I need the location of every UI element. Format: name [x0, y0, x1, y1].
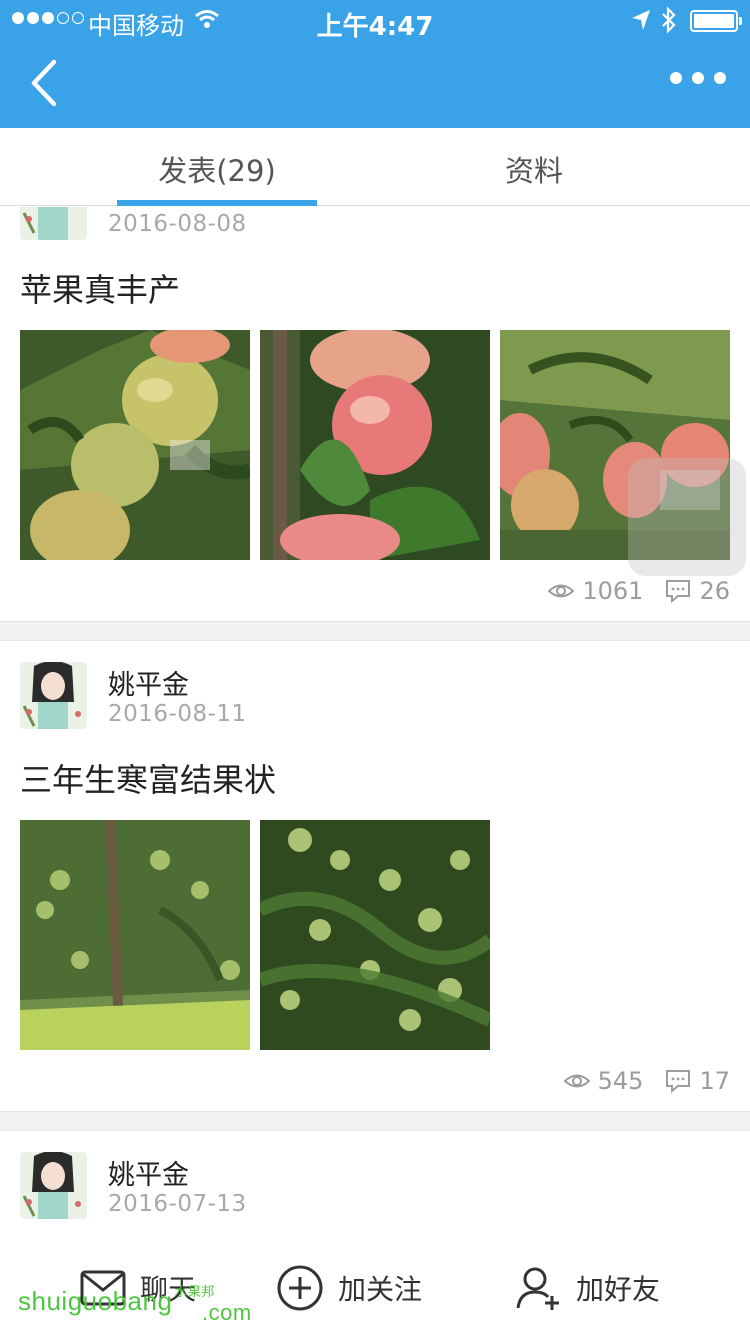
- comment-icon: [666, 1070, 691, 1094]
- eye-icon: [548, 584, 575, 598]
- post-date: 2016-08-08: [108, 211, 247, 237]
- avatar[interactable]: [20, 662, 87, 729]
- post-separator: [0, 621, 750, 641]
- add-user-icon: [516, 1267, 559, 1310]
- comment-icon: [666, 580, 691, 604]
- profile-tabs: 发表(29) 资料: [0, 128, 750, 206]
- bluetooth-icon: [662, 6, 676, 34]
- post-date: 2016-08-11: [108, 701, 247, 727]
- more-options-button[interactable]: [670, 72, 726, 84]
- avatar[interactable]: [20, 207, 87, 240]
- post-date: 2016-07-13: [108, 1191, 247, 1217]
- post-image[interactable]: [20, 330, 250, 560]
- post-separator: [0, 1111, 750, 1131]
- post-image[interactable]: [260, 820, 490, 1050]
- active-tab-indicator: [117, 200, 317, 206]
- location-arrow-icon: [632, 10, 650, 30]
- eye-icon: [563, 1074, 590, 1088]
- tab-profile-info[interactable]: 资料: [434, 148, 634, 190]
- post-feed[interactable]: 2016-08-08 苹果真丰产 1061 26 姚平金 2016-08-11 …: [0, 207, 750, 1237]
- follow-label: 加关注: [338, 1273, 423, 1306]
- post-image[interactable]: [20, 820, 250, 1050]
- status-bar: 中国移动 上午4:47: [0, 0, 750, 42]
- comment-count: 17: [699, 1067, 730, 1095]
- add-friend-button[interactable]: 加好友: [514, 1263, 660, 1313]
- tab-posts[interactable]: 发表(29): [117, 148, 317, 190]
- post-title[interactable]: 三年生寒富结果状: [20, 755, 276, 801]
- add-friend-label: 加好友: [576, 1273, 661, 1306]
- author-name[interactable]: 姚平金: [108, 1153, 189, 1192]
- post-stats: 545 17: [563, 1067, 730, 1095]
- comment-count: 26: [699, 577, 730, 605]
- plus-circle-icon: [277, 1265, 323, 1311]
- post-image[interactable]: [260, 330, 490, 560]
- battery-icon: [690, 10, 742, 32]
- back-arrow-icon[interactable]: [24, 58, 64, 108]
- post-stats: 1061 26: [548, 577, 730, 605]
- top-navigation-bar: 中国移动 上午4:47: [0, 0, 750, 128]
- follow-button[interactable]: 加关注: [276, 1263, 422, 1313]
- floating-assistive-button[interactable]: [628, 458, 746, 576]
- post-title[interactable]: 苹果真丰产: [20, 265, 180, 311]
- avatar[interactable]: [20, 1152, 87, 1219]
- author-name[interactable]: 姚平金: [108, 663, 189, 702]
- view-count: 545: [597, 1067, 644, 1095]
- site-watermark: shuiguobang 水果邦 .com: [18, 1284, 252, 1325]
- view-count: 1061: [582, 577, 644, 605]
